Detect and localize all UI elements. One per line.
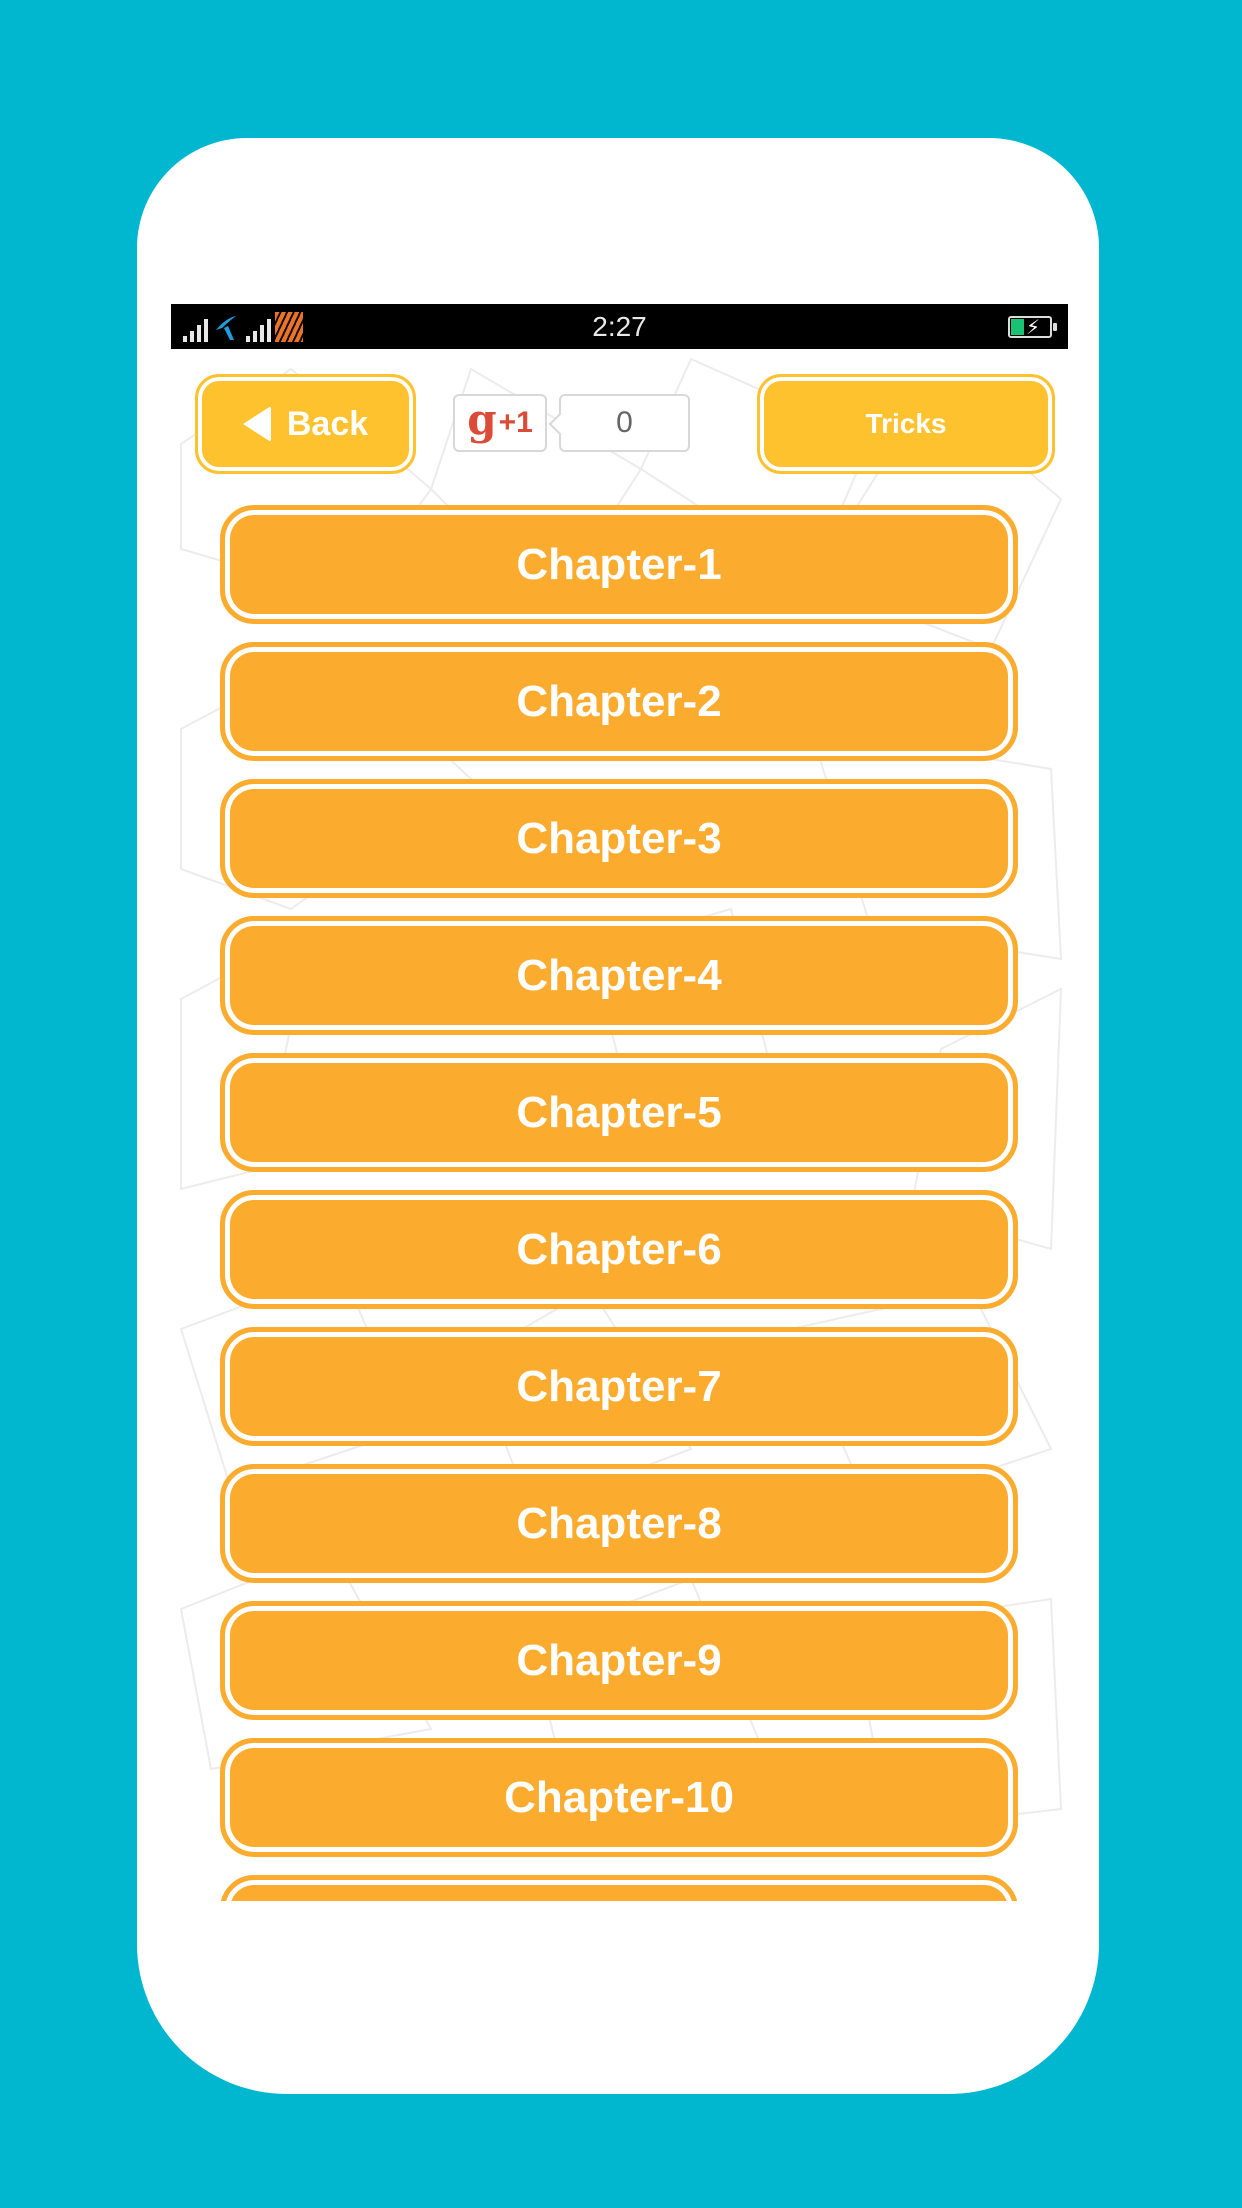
- chapter-label: Chapter-10: [504, 1772, 734, 1822]
- chapter-button[interactable]: Chapter-3: [220, 779, 1018, 898]
- back-arrow-icon: [242, 406, 271, 442]
- chapter-label: Chapter-2: [516, 676, 722, 726]
- chapter-button[interactable]: Chapter-5: [220, 1053, 1018, 1172]
- tricks-button-label: Tricks: [865, 408, 947, 439]
- back-button[interactable]: Back: [195, 374, 416, 474]
- chapter-button[interactable]: Chapter-8: [220, 1464, 1018, 1583]
- chapter-button[interactable]: Chapter-4: [220, 916, 1018, 1035]
- chapter-button[interactable]: [220, 1875, 1018, 1901]
- battery-charging-icon: ⚡: [1008, 316, 1057, 339]
- chapter-label: Chapter-4: [516, 950, 722, 1000]
- app-screen: 2:27 ⚡ Back g +1 0 Tricks Chapter-1 Chap…: [171, 304, 1068, 1901]
- chapter-label: Chapter-7: [516, 1361, 722, 1411]
- chapter-label: Chapter-9: [516, 1635, 722, 1685]
- chapter-button[interactable]: Chapter-10: [220, 1738, 1018, 1857]
- chapter-label: Chapter-8: [516, 1498, 722, 1548]
- tricks-button[interactable]: Tricks: [757, 374, 1055, 474]
- chapter-label: Chapter-3: [516, 813, 722, 863]
- chapter-button[interactable]: Chapter-9: [220, 1601, 1018, 1720]
- google-plus-one-button[interactable]: g +1: [453, 394, 547, 452]
- back-button-label: Back: [286, 404, 369, 443]
- chapter-label: Chapter-5: [516, 1087, 722, 1137]
- status-bar: 2:27 ⚡: [171, 304, 1068, 349]
- status-time: 2:27: [592, 311, 647, 342]
- plus-one-count: 0: [559, 394, 690, 452]
- chapter-label: Chapter-1: [516, 539, 722, 589]
- chapter-button[interactable]: Chapter-6: [220, 1190, 1018, 1309]
- chapter-label: Chapter-6: [516, 1224, 722, 1274]
- chapter-button[interactable]: Chapter-2: [220, 642, 1018, 761]
- plus-one-label: +1: [498, 406, 533, 439]
- google-plus-icon: g: [467, 395, 497, 444]
- chapter-button[interactable]: Chapter-7: [220, 1327, 1018, 1446]
- chapter-button[interactable]: Chapter-1: [220, 505, 1018, 624]
